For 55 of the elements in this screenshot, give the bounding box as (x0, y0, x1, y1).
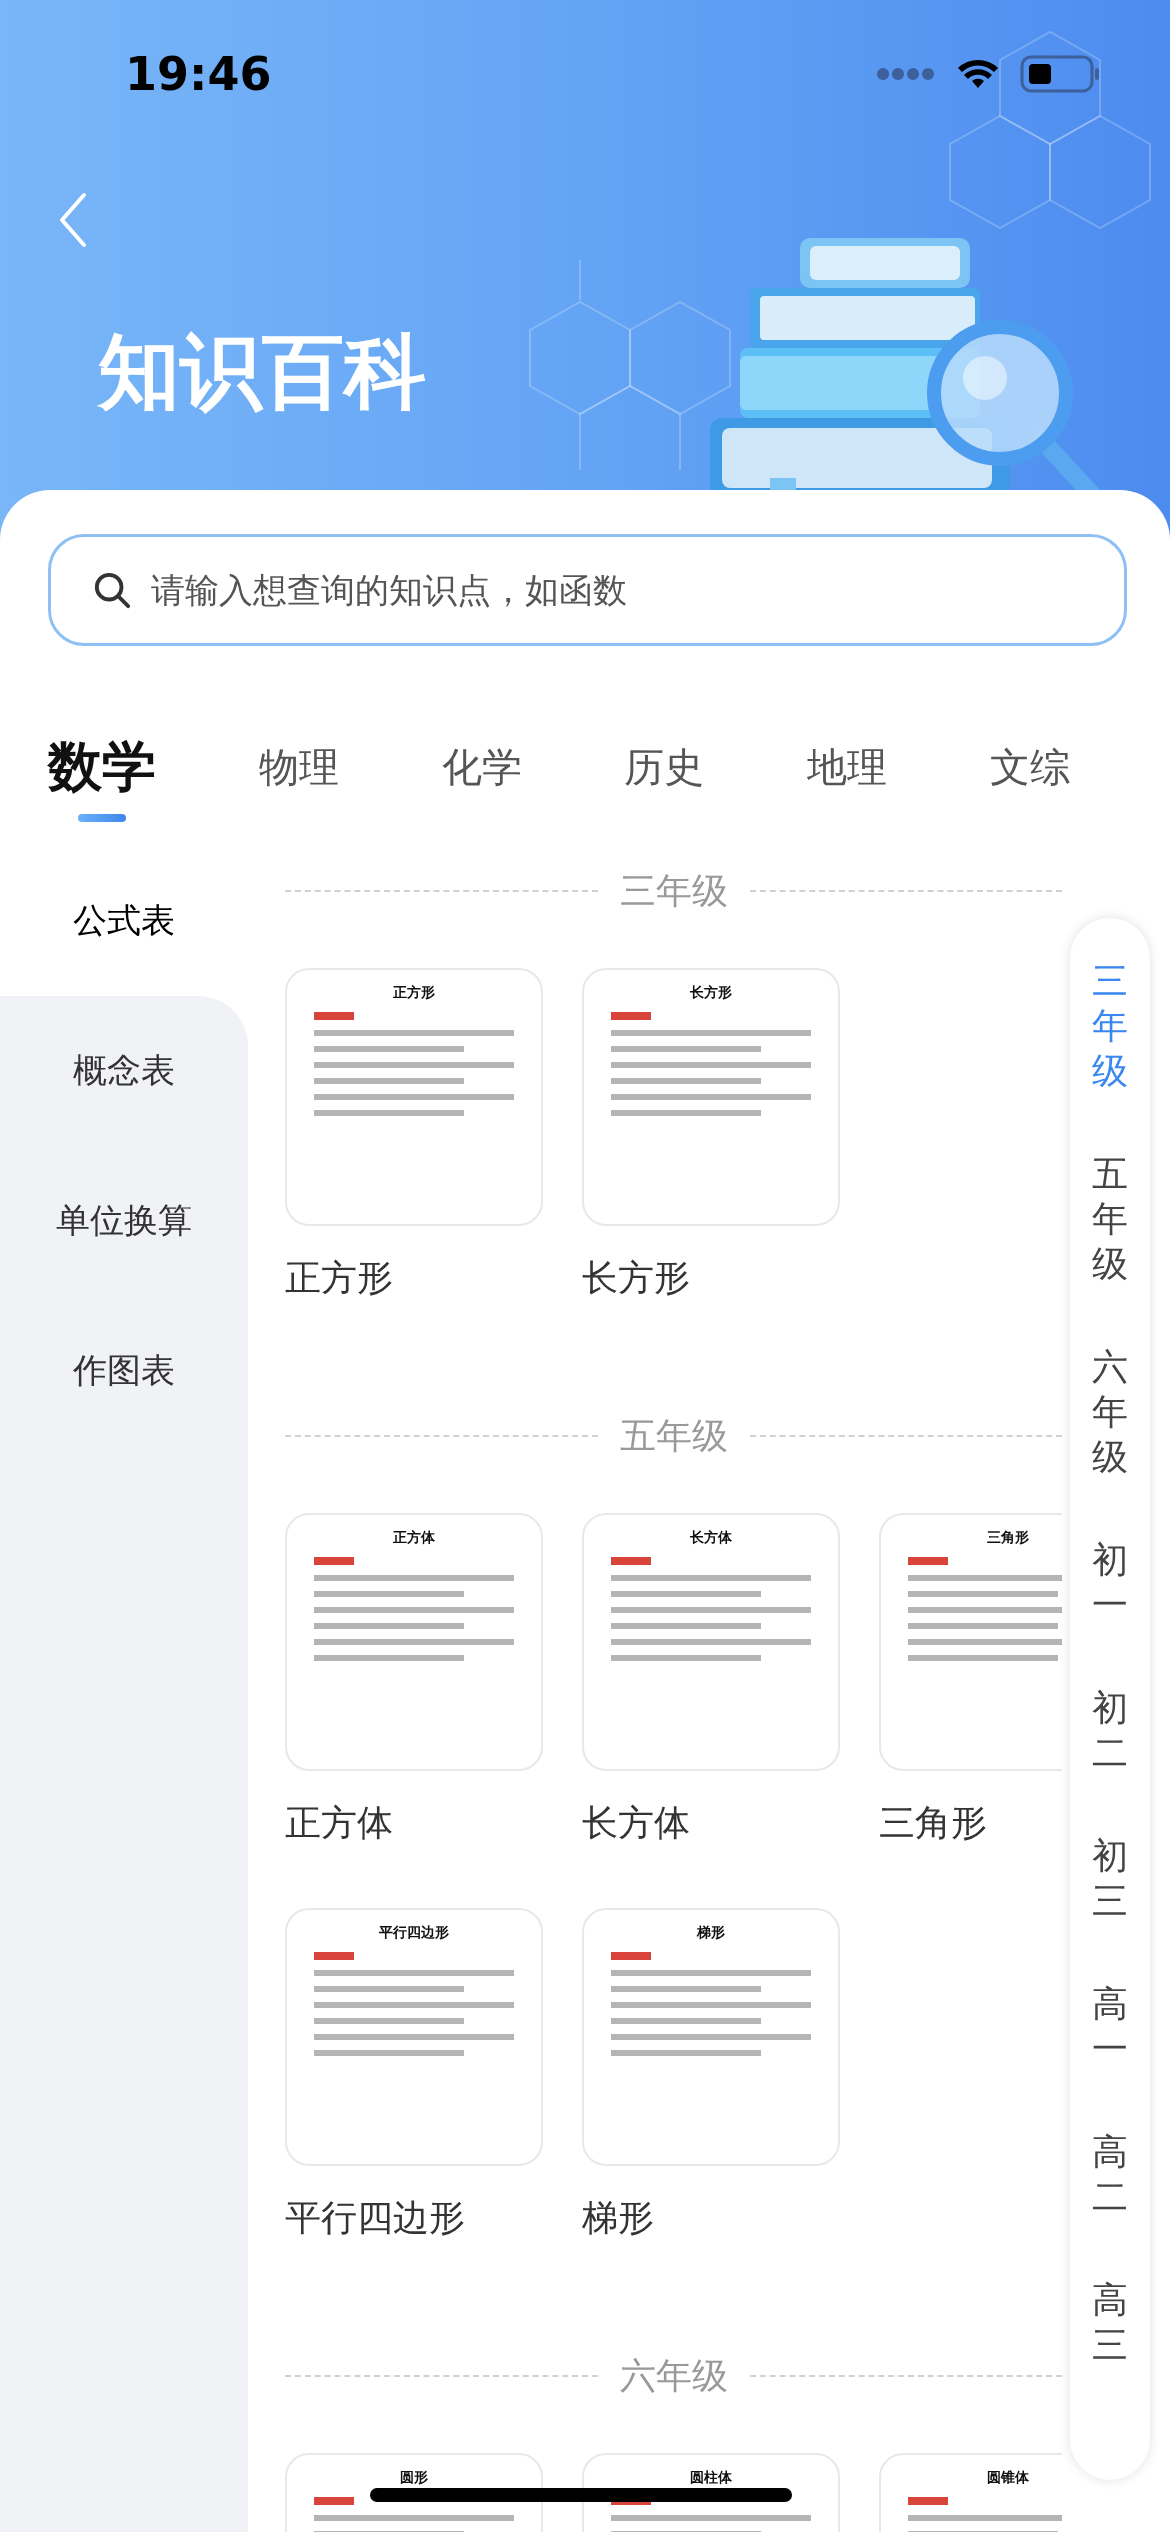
grade-index-item[interactable]: 高三 (1092, 2277, 1128, 2367)
thumbnail-title: 梯形 (697, 1924, 725, 1942)
sidebar-item[interactable]: 作图表 (0, 1296, 248, 1446)
subject-tab[interactable]: 文综 (990, 732, 1070, 802)
thumbnail-title: 正方体 (393, 1529, 435, 1547)
thumbnail-title: 圆柱体 (690, 2469, 732, 2487)
item-title[interactable]: 梯形 (582, 2190, 840, 2246)
document-thumbnail[interactable]: 长方形 (582, 968, 840, 1226)
document-thumbnail[interactable]: 正方形 (285, 968, 543, 1226)
search-field[interactable]: 请输入想查询的知识点，如函数 (48, 534, 1127, 646)
thumbnail-title: 正方形 (393, 984, 435, 1002)
grade-index-item[interactable]: 高二 (1092, 2129, 1128, 2219)
subject-tab[interactable]: 历史 (624, 732, 705, 802)
cellular-signal-icon (876, 67, 936, 81)
grade-heading: 三年级 (619, 868, 728, 913)
grade-index-item[interactable]: 初三 (1092, 1833, 1128, 1923)
grade-index-item[interactable]: 初一 (1092, 1537, 1128, 1627)
status-time: 19:46 (125, 47, 272, 101)
page-title: 知识百科 (98, 323, 426, 421)
item-title[interactable]: 正方体 (285, 1795, 543, 1851)
search-icon (93, 571, 131, 609)
document-thumbnail[interactable]: 圆锥体 (879, 2453, 1062, 2532)
battery-icon (1020, 55, 1100, 93)
thumbnail-title: 平行四边形 (379, 1924, 449, 1942)
item-title[interactable]: 长方形 (582, 1250, 840, 1306)
subject-tab[interactable]: 数学 (48, 732, 156, 802)
item-title[interactable]: 平行四边形 (285, 2190, 543, 2246)
thumbnail-title: 长方形 (690, 984, 732, 1002)
wifi-icon (958, 59, 998, 89)
thumbnail-title: 三角形 (987, 1529, 1029, 1547)
grade-index-item[interactable]: 五年级 (1092, 1151, 1128, 1286)
document-thumbnail[interactable]: 平行四边形 (285, 1908, 543, 2166)
grade-index-item[interactable]: 三年级 (1092, 958, 1128, 1093)
sidebar-item[interactable]: 概念表 (0, 996, 248, 1146)
thumbnail-title: 圆锥体 (987, 2469, 1029, 2487)
subject-tab[interactable]: 地理 (807, 732, 888, 802)
thumbnail-title: 长方体 (690, 1529, 732, 1547)
grade-heading: 六年级 (619, 2353, 728, 2398)
sidebar-item[interactable]: 单位换算 (0, 1146, 248, 1296)
thumbnail-title: 圆形 (400, 2469, 428, 2487)
document-thumbnail[interactable]: 长方体 (582, 1513, 840, 1771)
grade-index-item[interactable]: 六年级 (1092, 1344, 1128, 1479)
document-thumbnail[interactable]: 三角形 (879, 1513, 1062, 1771)
grade-heading: 五年级 (619, 1413, 728, 1458)
document-thumbnail[interactable]: 正方体 (285, 1513, 543, 1771)
grade-index-item[interactable]: 高一 (1092, 1981, 1128, 2071)
back-icon[interactable] (58, 192, 88, 248)
item-title[interactable]: 长方体 (582, 1795, 840, 1851)
subject-tab[interactable]: 物理 (258, 732, 339, 802)
grade-index-item[interactable]: 初二 (1092, 1685, 1128, 1775)
item-title[interactable]: 三角形 (879, 1795, 1062, 1851)
tab-indicator (78, 814, 126, 822)
subject-tab[interactable]: 化学 (441, 732, 522, 802)
item-title[interactable]: 正方形 (285, 1250, 543, 1306)
document-thumbnail[interactable]: 梯形 (582, 1908, 840, 2166)
